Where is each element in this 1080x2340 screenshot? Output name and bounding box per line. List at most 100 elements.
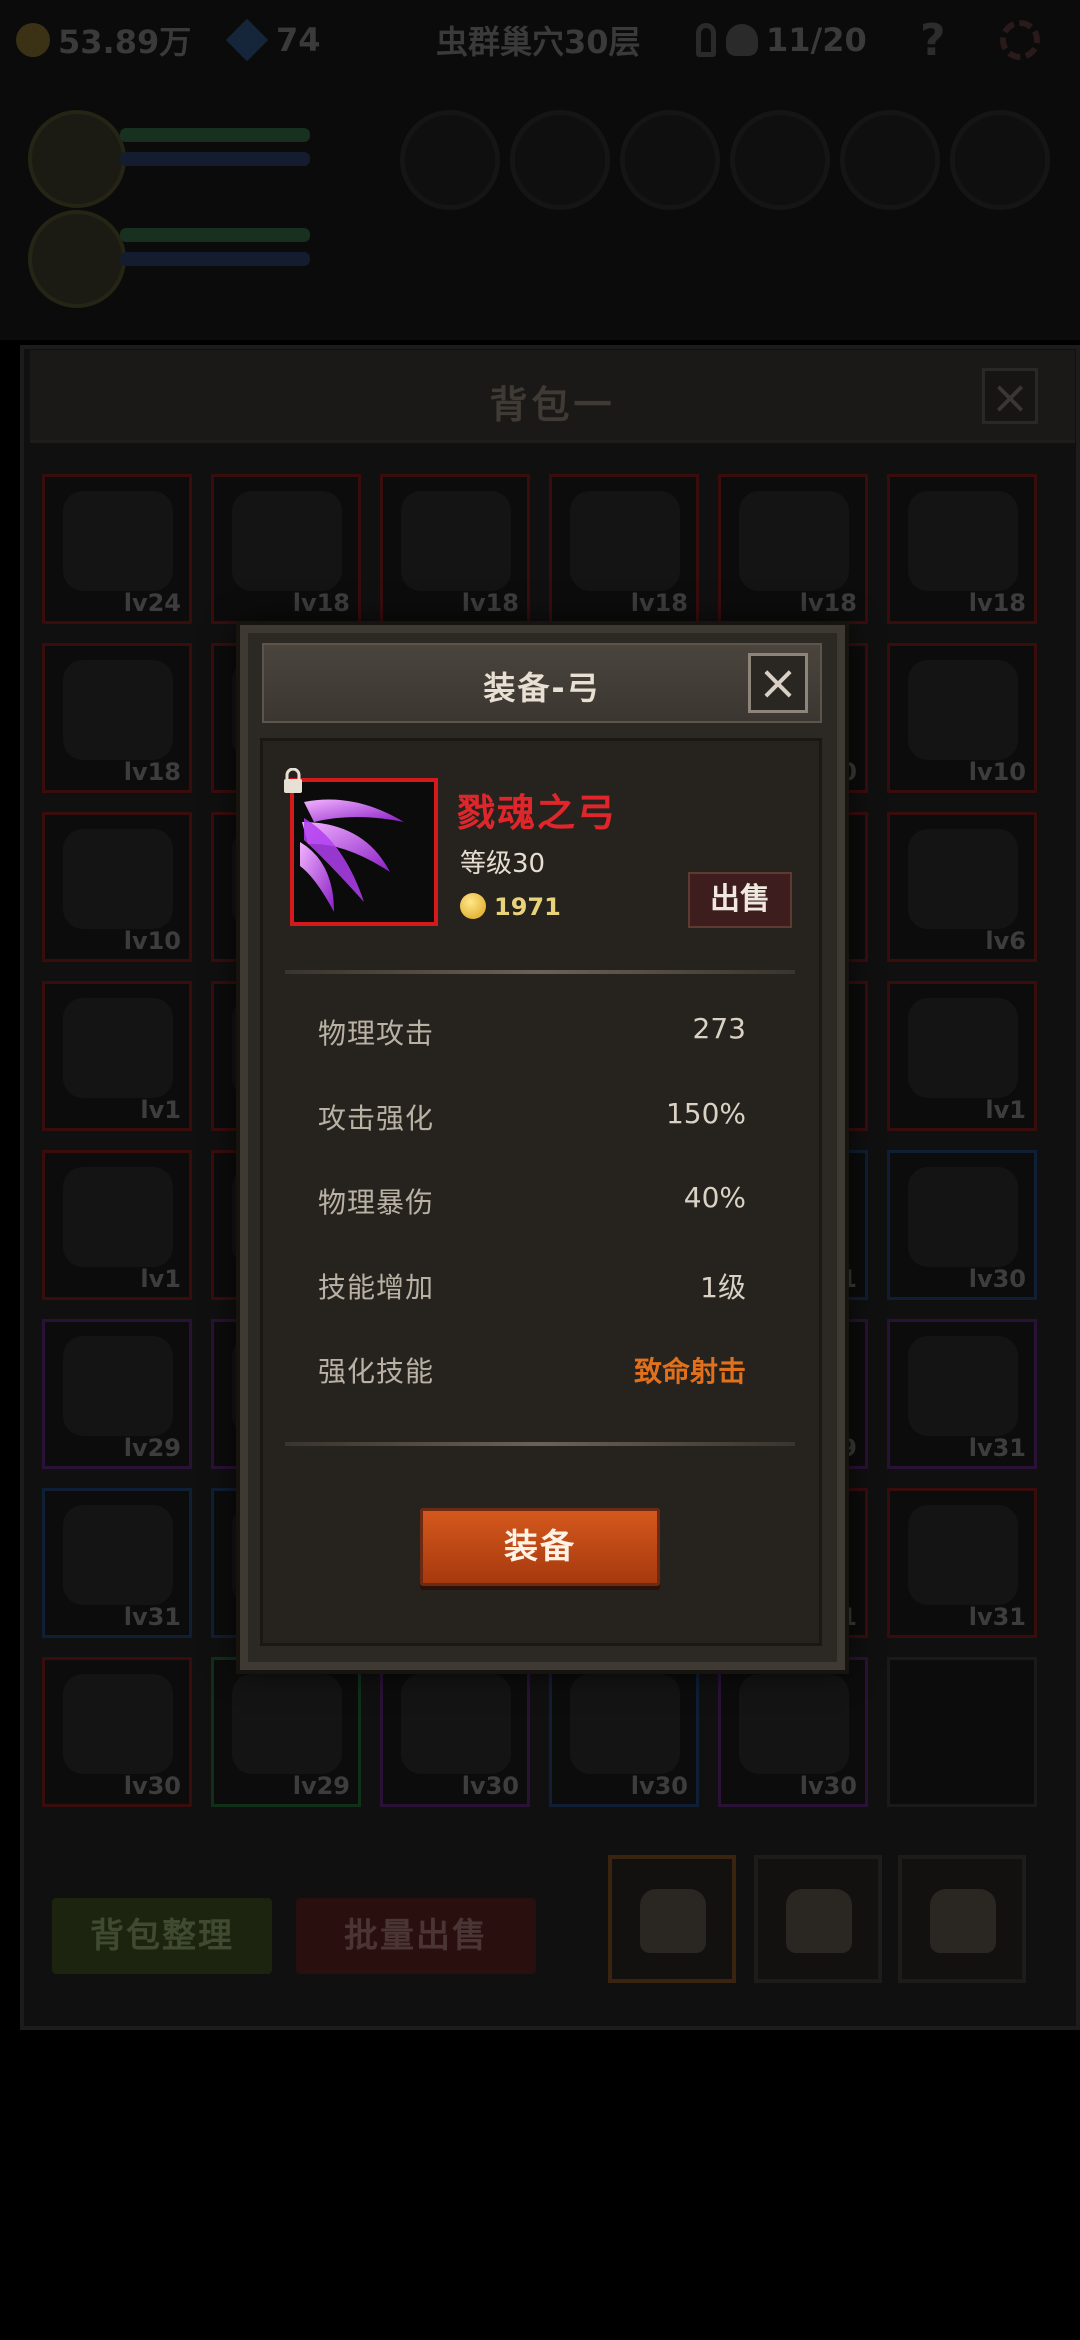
slot-level: lv30 [461,1772,519,1800]
item-icon[interactable] [290,778,438,926]
backpack-slot[interactable]: lv30 [42,1657,192,1807]
lives-amount: 11/20 [766,21,867,59]
slot-level: lv1 [140,1265,181,1293]
equipment-icon [63,998,173,1098]
slot-level: lv18 [630,589,688,617]
sell-button[interactable]: 出售 [688,872,792,928]
dialog-close-button[interactable]: × [748,653,808,713]
stat-label: 技能增加 [318,1270,435,1304]
slot-level: lv30 [630,1772,688,1800]
slot-level: lv30 [123,1772,181,1800]
backpack-slot[interactable]: lv30 [718,1657,868,1807]
hero-1-hp-bar [120,128,310,142]
slot-level: lv10 [968,758,1026,786]
skill-slot-3[interactable] [620,110,720,210]
backpack-slot[interactable]: lv18 [42,643,192,793]
slot-level: lv31 [123,1603,181,1631]
hero-1-mp-bar [120,152,310,166]
stat-value: 150% [665,1096,746,1130]
equipment-icon [908,998,1018,1098]
stat-label: 强化技能 [318,1355,435,1388]
equipment-icon [570,491,680,591]
slot-level: lv29 [123,1434,181,1462]
backpack-slot[interactable]: lv18 [549,474,699,624]
backpack-slot[interactable] [887,1657,1037,1807]
backpack-slot[interactable]: lv31 [42,1488,192,1638]
backpack-slot[interactable]: lv10 [42,812,192,962]
bag-tab-2[interactable] [754,1855,882,1983]
item-level: 等级30 [460,849,546,879]
backpack-slot[interactable]: lv10 [887,643,1037,793]
slot-level: lv29 [292,1772,350,1800]
gem-icon [225,18,269,62]
gear-icon [1000,20,1040,60]
backpack-slot[interactable]: lv31 [887,1488,1037,1638]
backpack-close-button[interactable]: × [982,368,1038,424]
backpack-slot[interactable]: lv30 [380,1657,530,1807]
bow-claw-icon [300,799,404,912]
stat-value: 273 [692,1012,746,1045]
lock-icon[interactable] [282,768,304,794]
equipment-icon [63,1505,173,1605]
equipment-icon [232,1674,342,1774]
skill-slot-1[interactable] [400,110,500,210]
help-button[interactable]: ? [920,15,946,66]
skill-slot-5[interactable] [840,110,940,210]
lives-counter: 11/20 [696,18,867,62]
backpack-slot[interactable]: lv18 [887,474,1037,624]
equipment-icon [63,491,173,591]
backpack-slot[interactable]: lv29 [211,1657,361,1807]
backpack-slot[interactable]: lv18 [380,474,530,624]
bag-tab-1[interactable] [608,1855,736,1983]
key-icon [696,23,716,57]
backpack-slot[interactable]: lv1 [42,981,192,1131]
backpack-slot[interactable]: lv1 [42,1150,192,1300]
bulk-sell-button[interactable]: 批量出售 [296,1898,536,1974]
gem-counter: 74 [225,18,321,62]
equipment-icon [908,1505,1018,1605]
skill-slot-4[interactable] [730,110,830,210]
hero-avatar-2[interactable] [28,210,126,308]
equipment-icon [908,1167,1018,1267]
hero-2-hp-bar [120,228,310,242]
slot-level: lv30 [799,1772,857,1800]
bag-tab-3[interactable] [898,1855,1026,1983]
slot-level: lv1 [985,1096,1026,1124]
backpack-slot[interactable]: lv18 [718,474,868,624]
backpack-slot[interactable]: lv30 [887,1150,1037,1300]
dialog-title: 装备-弓 [483,669,601,707]
hero-avatar-1[interactable] [28,110,126,208]
equipment-icon [63,1336,173,1436]
item-price: 1971 [494,893,561,921]
backpack-icon [786,1889,852,1953]
stat-value: 致命射击 [633,1355,746,1388]
slot-level: lv31 [968,1603,1026,1631]
stage-name: 虫群巢穴30层 [436,23,641,61]
slot-level: lv30 [968,1265,1026,1293]
equip-button[interactable]: 装备 [420,1508,660,1586]
slot-level: lv1 [140,1096,181,1124]
slot-level: lv18 [292,589,350,617]
backpack-slot[interactable]: lv29 [42,1319,192,1469]
backpack-icon [930,1889,996,1953]
sort-bag-button[interactable]: 背包整理 [52,1898,272,1974]
equipment-icon [232,491,342,591]
backpack-slot[interactable]: lv24 [42,474,192,624]
slot-level: lv18 [461,589,519,617]
slot-level: lv31 [968,1434,1026,1462]
equipment-icon [570,1674,680,1774]
backpack-slot[interactable]: lv18 [211,474,361,624]
item-name: 戮魂之弓 [457,791,618,835]
equipment-icon [739,1674,849,1774]
backpack-slot[interactable]: lv1 [887,981,1037,1131]
stat-value: 1级 [700,1270,746,1304]
backpack-slot[interactable]: lv6 [887,812,1037,962]
skill-slot-2[interactable] [510,110,610,210]
skill-slot-6[interactable] [950,110,1050,210]
settings-button[interactable] [1000,18,1040,62]
backpack-slot[interactable]: lv31 [887,1319,1037,1469]
equipment-icon [908,491,1018,591]
equipment-icon [739,491,849,591]
backpack-slot[interactable]: lv30 [549,1657,699,1807]
equipment-icon [63,1674,173,1774]
